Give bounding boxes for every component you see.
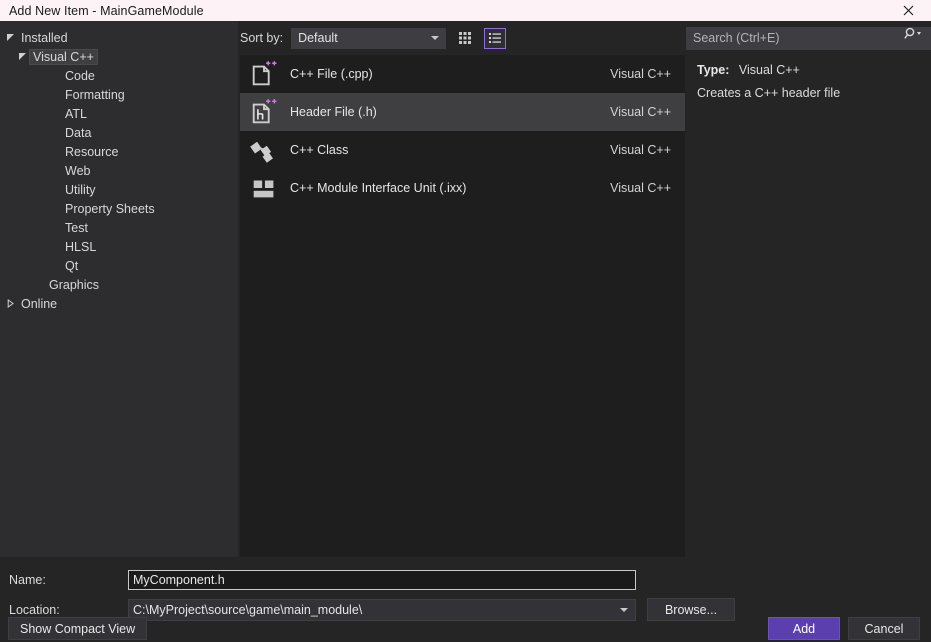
tree-expander[interactable] [2,33,18,42]
cpp-module-icon [253,180,274,198]
cpp-module-icon-wrap [248,172,280,204]
template-item-name: Header File (.h) [290,105,377,119]
location-label: Location: [9,602,60,617]
chevron-expanded-icon [18,53,26,60]
template-list-item[interactable]: C++ Class Visual C++ [240,131,685,169]
list-view-button[interactable] [484,27,507,49]
template-item-name: C++ File (.cpp) [290,67,373,81]
add-button[interactable]: Add [768,617,840,640]
tree-item-label: Formatting [65,87,125,102]
tree-item-label: Visual C++ [29,48,98,65]
name-row: Name: [0,568,636,591]
tree-item-test[interactable]: Test [0,218,238,237]
tree-item-visual-c[interactable]: Visual C++ [0,47,238,66]
name-label: Name: [9,572,46,587]
tree-item-label: Online [21,296,58,311]
tree-item-qt[interactable]: Qt [0,256,238,275]
template-list-item[interactable]: C++ Module Interface Unit (.ixx) Visual C… [240,169,685,207]
cancel-button[interactable]: Cancel [848,617,920,640]
categories-tree[interactable]: Installed Visual C++ Code Formatting ATL Data… [0,21,238,557]
sort-by-dropdown[interactable]: Default [291,27,447,49]
tree-item-label: Test [65,220,88,235]
window-title: Add New Item - MainGameModule [9,3,204,18]
tree-item-hlsl[interactable]: HLSL [0,237,238,256]
tree-item-label: Web [65,163,91,178]
dialog-body: Installed Visual C++ Code Formatting ATL Data… [0,21,931,642]
template-item-name: C++ Module Interface Unit (.ixx) [290,181,467,195]
tree-item-property-sheets[interactable]: Property Sheets [0,199,238,218]
tree-item-label: Property Sheets [65,201,155,216]
template-item-name: C++ Class [290,143,349,157]
tree-item-web[interactable]: Web [0,161,238,180]
grid-view-button[interactable] [454,28,476,49]
location-value: C:\MyProject\source\game\main_module\ [133,602,363,617]
sort-by-value: Default [298,31,338,45]
cpp-file-icon [252,61,277,86]
tree-item-resource[interactable]: Resource [0,142,238,161]
chevron-collapsed-icon [7,299,14,308]
tree-item-data[interactable]: Data [0,123,238,142]
tree-item-code[interactable]: Code [0,66,238,85]
template-list[interactable]: C++ File (.cpp) Visual C++ Header File (.… [240,55,685,557]
cpp-file-icon-wrap [248,58,280,90]
chevron-down-icon [620,607,628,612]
tree-item-label: Installed [21,30,68,45]
tree-item-utility[interactable]: Utility [0,180,238,199]
search-input[interactable] [686,26,931,50]
tree-item-label: Qt [65,258,79,273]
add-new-item-dialog: Add New Item - MainGameModule Installed V… [0,0,931,642]
cpp-class-icon [250,141,273,163]
template-item-origin: Visual C++ [610,143,671,157]
title-bar: Add New Item - MainGameModule [0,0,931,21]
tree-item-label: Data [65,125,92,140]
chevron-down-icon [431,36,440,40]
list-toolbar: Sort by: Default [240,21,685,55]
form-area: Name: Location: C:\MyProject\source\game… [0,558,931,621]
tree-expander[interactable] [2,299,18,308]
sort-by-label: Sort by: [240,31,284,45]
details-panel: Type: Visual C++ Creates a C++ header fi… [686,55,931,557]
tree-item-formatting[interactable]: Formatting [0,85,238,104]
tree-item-online[interactable]: Online [0,294,238,313]
cpp-class-icon-wrap [248,134,280,166]
close-icon [903,5,913,16]
template-item-origin: Visual C++ [610,181,671,195]
search-icon [904,27,921,39]
tree-item-label: Utility [65,182,96,197]
tree-item-label: Resource [65,144,119,159]
template-item-origin: Visual C++ [610,67,671,81]
close-button[interactable] [885,0,931,21]
template-list-item[interactable]: Header File (.h) Visual C++ [240,93,685,131]
template-list-item[interactable]: C++ File (.cpp) Visual C++ [240,55,685,93]
button-bar: Show Compact View Add Cancel [0,617,931,642]
tree-item-label: ATL [65,106,87,121]
template-item-origin: Visual C++ [610,105,671,119]
tree-item-graphics[interactable]: Graphics [0,275,238,294]
tree-item-label: Graphics [49,277,100,292]
name-input[interactable] [128,569,636,590]
list-view-icon [489,33,502,43]
search-button[interactable] [904,27,926,40]
grid-view-icon [459,32,472,44]
chevron-expanded-icon [6,34,14,41]
tree-item-atl[interactable]: ATL [0,104,238,123]
detail-type-row: Type: Visual C++ [697,63,921,77]
search-area [686,21,931,55]
tree-item-label: Code [65,68,95,83]
tree-item-installed[interactable]: Installed [0,28,238,47]
tree-expander[interactable] [14,52,30,61]
detail-type-label: Type: [697,63,730,77]
show-compact-view-button[interactable]: Show Compact View [8,617,148,640]
header-file-icon [252,99,277,124]
detail-description: Creates a C++ header file [697,86,841,100]
tree-item-label: HLSL [65,239,97,254]
detail-type-value: Visual C++ [738,63,800,77]
header-file-icon-wrap [248,96,280,128]
